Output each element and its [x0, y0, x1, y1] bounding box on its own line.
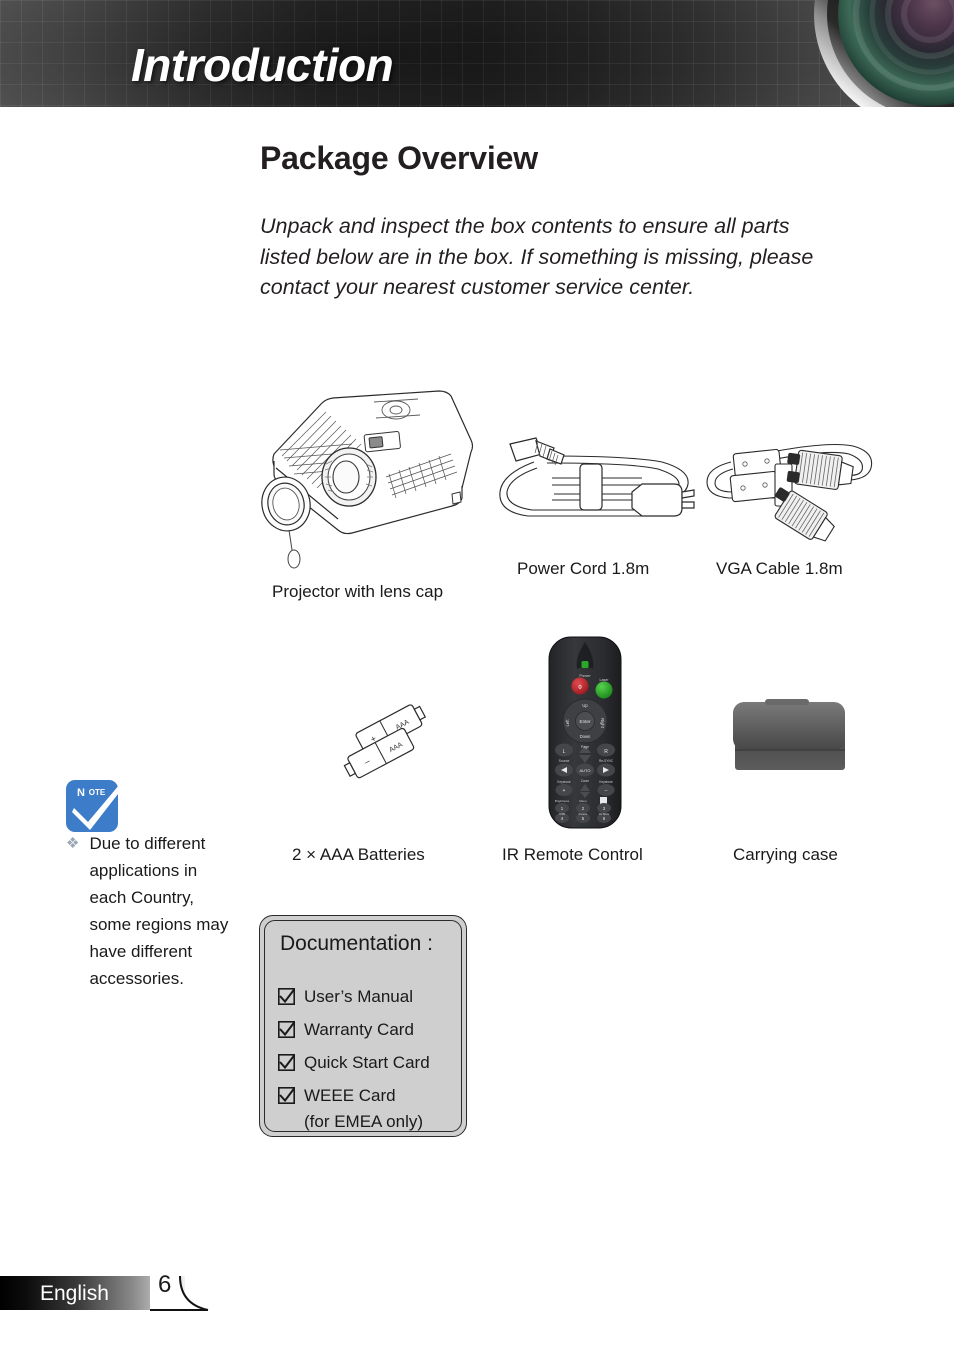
svg-text:AUTO: AUTO [579, 768, 590, 773]
svg-text:⌽: ⌽ [578, 682, 583, 691]
caption-carrying-case: Carrying case [733, 845, 838, 864]
power-cord-illustration [499, 437, 695, 517]
svg-text:Down: Down [580, 734, 591, 739]
svg-text:Page: Page [581, 745, 589, 749]
vga-cable-illustration [706, 443, 873, 542]
chapter-header-banner: Introduction [0, 0, 954, 107]
list-item: WEEE Card [278, 1079, 456, 1112]
page-title: Package Overview [260, 140, 538, 176]
documentation-item-label: Quick Start Card [304, 1052, 430, 1072]
documentation-box: Documentation : User’s Manual Warranty C… [259, 915, 467, 1137]
svg-text:Left: Left [565, 719, 570, 727]
svg-text:Right: Right [600, 718, 605, 729]
note-bullet-icon: ❖ [66, 835, 80, 852]
camera-lens-icon [814, 0, 954, 107]
svg-text:AV Mute: AV Mute [599, 812, 610, 816]
documentation-sub-note: (for EMEA only) [304, 1112, 424, 1131]
note-text: Due to different applications in each Co… [89, 834, 229, 988]
documentation-item-label: WEEE Card [304, 1085, 396, 1105]
list-item: User’s Manual [278, 980, 456, 1013]
caption-projector: Projector with lens cap [272, 582, 444, 601]
svg-text:Source: Source [559, 759, 570, 763]
chapter-title: Introduction [131, 39, 394, 91]
footer-language-label: English [40, 1282, 109, 1305]
documentation-item-label: User’s Manual [304, 986, 413, 1006]
footer-page-number: 6 [158, 1271, 172, 1298]
svg-text:+: + [563, 788, 566, 794]
projector-illustration [261, 390, 474, 569]
svg-text:Zoom: Zoom [581, 779, 589, 783]
note-checkmark-icon: N OTE [66, 772, 132, 832]
aaa-batteries-illustration: + AAA – AAA [343, 704, 427, 779]
svg-text:OTE: OTE [89, 788, 106, 797]
caption-ir-remote: IR Remote Control [502, 845, 643, 864]
svg-text:N: N [77, 787, 85, 799]
checkbox-checked-icon[interactable] [278, 1085, 297, 1104]
svg-text:Power: Power [579, 673, 591, 678]
list-item: Quick Start Card [278, 1046, 456, 1079]
caption-vga-cable: VGA Cable 1.8m [716, 559, 843, 578]
carrying-case-illustration [733, 699, 845, 770]
svg-text:L: L [563, 749, 566, 755]
list-item: Warranty Card [278, 1013, 456, 1046]
svg-text:Keystone: Keystone [557, 780, 571, 784]
svg-text:USB: USB [559, 812, 565, 816]
svg-text:Menu: Menu [579, 799, 587, 803]
svg-text:Brightness: Brightness [555, 799, 570, 803]
ir-remote-illustration: Power ⌽ Laser Enter Up Down Left Right L… [548, 636, 622, 829]
documentation-title: Documentation : [280, 932, 433, 955]
intro-paragraph: Unpack and inspect the box contents to e… [260, 214, 814, 299]
checkbox-checked-icon[interactable] [278, 986, 297, 1005]
svg-text:–: – [605, 788, 608, 794]
documentation-list: User’s Manual Warranty Card Quick Start … [278, 980, 456, 1132]
svg-text:Laser: Laser [600, 678, 610, 682]
caption-power-cord: Power Cord 1.8m [517, 559, 650, 578]
svg-text:Up: Up [582, 703, 588, 708]
svg-text:Freeze: Freeze [579, 812, 588, 816]
documentation-item-label: Warranty Card [304, 1019, 414, 1039]
caption-batteries: 2 × AAA Batteries [292, 845, 425, 864]
checkbox-checked-icon[interactable] [278, 1019, 297, 1038]
svg-text:Re-SYNC: Re-SYNC [599, 759, 614, 763]
svg-text:Enter: Enter [580, 719, 591, 724]
svg-text:Keystone: Keystone [599, 780, 613, 784]
svg-text:R: R [604, 749, 608, 755]
checkbox-checked-icon[interactable] [278, 1052, 297, 1071]
note-block: ❖ Due to different applications in each … [66, 830, 236, 992]
